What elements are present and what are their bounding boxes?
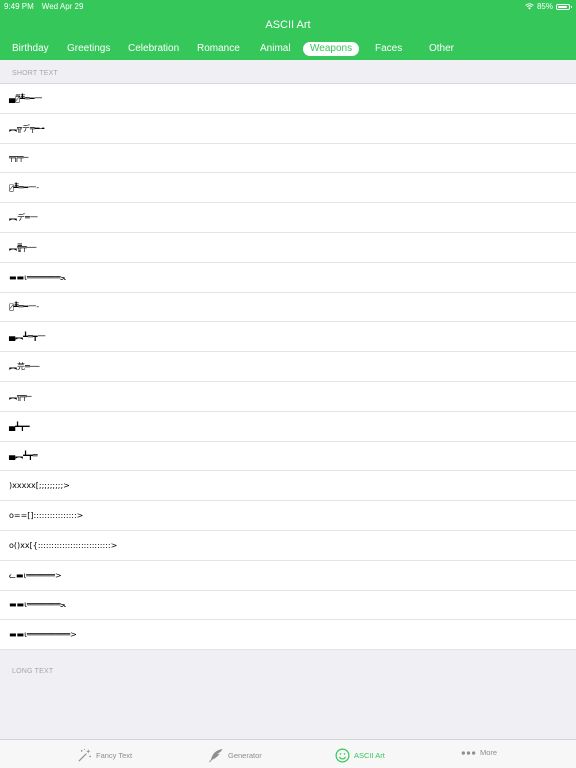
tabbar-label: Generator [228,751,262,760]
tabbar-ascii-art[interactable]: ASCII Art [335,748,385,763]
ascii-art-text: ︻̷┻̿═━一- [9,302,40,312]
list-item[interactable]: ╤╦╤─ [0,144,576,174]
tabbar-fancy-text[interactable]: Fancy Text [77,748,132,763]
section-header-long: LONG TEXT [12,668,54,675]
category-tabs: Birthday Greetings Celebration Romance A… [0,42,576,58]
list-item[interactable]: ︻̷┻̿═━一- [0,173,576,204]
wifi-icon [525,3,534,10]
list-item[interactable]: ▬▬ι═══════ﺤ [0,263,576,293]
ascii-art-text: ▄︻┻┳═ [9,451,38,461]
list-item[interactable]: ︻╦̵̵͇̿̿̿̿╤── [0,233,576,263]
list-item[interactable]: ▄┻┳━ [0,412,576,442]
status-bar: 9:49 PM Wed Apr 29 85% [0,0,576,12]
list-item[interactable]: ▄︻┻┳═ [0,442,576,472]
list-item[interactable]: o()xx[{:::::::::::::::::::::::::::> [0,531,576,561]
list-item[interactable]: ︻̷┻̿═━一- [0,293,576,323]
tab-birthday[interactable]: Birthday [12,42,49,56]
tabbar-generator[interactable]: Generator [208,748,262,763]
status-right: 85% [525,2,572,11]
ascii-art-text: ︻デ═一 [9,213,38,223]
list-item[interactable]: ▬▬ι═══════ﺤ [0,591,576,621]
tabbar-label: Fancy Text [96,751,133,760]
list-item[interactable]: ︻芫═── [0,352,576,382]
ascii-art-text: ︻╦╤─ [9,391,32,401]
ascii-art-text: ▬▬ι═══════ﺤ [9,272,66,282]
tabbar-label: More [480,748,498,757]
battery-fill [558,5,567,8]
ascii-art-text: ︻芫═── [9,362,40,372]
list-item[interactable]: ▬▬ι═════════> [0,620,576,651]
list-item[interactable]: ᓚ▬ι══════> [0,561,576,591]
tab-other[interactable]: Other [429,42,454,56]
short-text-list: ▄︻̷̿┻̿═━一 ︻╦デ╤━╼ ╤╦╤─ ︻̷┻̿═━一- ︻デ═一 ︻╦̵̵͇̿̿̿̿… [0,83,576,651]
battery-icon [556,3,572,10]
smiley-icon [335,748,350,763]
tabbar-label: ASCII Art [354,751,385,760]
ascii-art-text: ▬▬ι═════════> [9,630,77,640]
ascii-art-text: )xxxxx[;;;;;;;;;> [9,481,70,491]
status-time-text: 9:49 PM [4,2,34,11]
tab-greetings[interactable]: Greetings [67,42,110,56]
ascii-art-text: ︻╦デ╤━╼ [9,123,45,133]
list-item[interactable]: ▄︻̷̿┻̿═━一 [0,84,576,114]
list-item[interactable]: ▄︻┻═┳一 [0,322,576,353]
ascii-art-text: ▬▬ι═══════ﺤ [9,600,66,610]
more-dots-icon [461,750,476,755]
nav-header: 9:49 PM Wed Apr 29 85% ASCII Art Birthday… [0,0,576,60]
page-title: ASCII Art [265,19,311,31]
list-item[interactable]: ︻デ═一 [0,203,576,233]
list-item[interactable]: )xxxxx[;;;;;;;;;> [0,471,576,502]
battery-percent: 85% [536,2,553,11]
status-time: 9:49 PM Wed Apr 29 [4,2,83,11]
ascii-art-text: ︻̷┻̿═━一- [9,183,40,193]
ascii-art-text: o==[]::::::::::::::::> [9,511,84,521]
list-item[interactable]: o==[]::::::::::::::::> [0,501,576,531]
section-header-short: SHORT TEXT [12,70,58,77]
tab-celebration[interactable]: Celebration [128,42,179,56]
magic-wand-icon [78,748,91,762]
ascii-art-text: ╤╦╤─ [9,153,29,163]
status-date: Wed Apr 29 [41,2,84,11]
list-item[interactable]: ︻╦デ╤━╼ [0,114,576,144]
feather-icon [209,748,223,763]
ascii-art-text: ▄︻̷̿┻̿═━一 [9,93,43,103]
tab-bar: Fancy Text Generator ASCII Art More [0,739,576,768]
tab-weapons[interactable]: Weapons [303,42,360,56]
tabbar-more[interactable]: More [461,748,497,757]
tab-faces[interactable]: Faces [375,42,402,56]
tab-romance[interactable]: Romance [197,42,240,56]
ascii-art-text: ᓚ▬ι══════> [9,570,62,580]
ascii-art-text: ▄︻┻═┳一 [9,332,46,342]
ascii-art-text: o()xx[{:::::::::::::::::::::::::::> [9,540,118,550]
list-item[interactable]: ︻╦╤─ [0,382,576,412]
ascii-art-text: ▄┻┳━ [9,421,30,431]
tab-animal[interactable]: Animal [260,42,291,56]
ascii-art-text: ︻╦̵̵͇̿̿̿̿╤── [9,242,37,252]
